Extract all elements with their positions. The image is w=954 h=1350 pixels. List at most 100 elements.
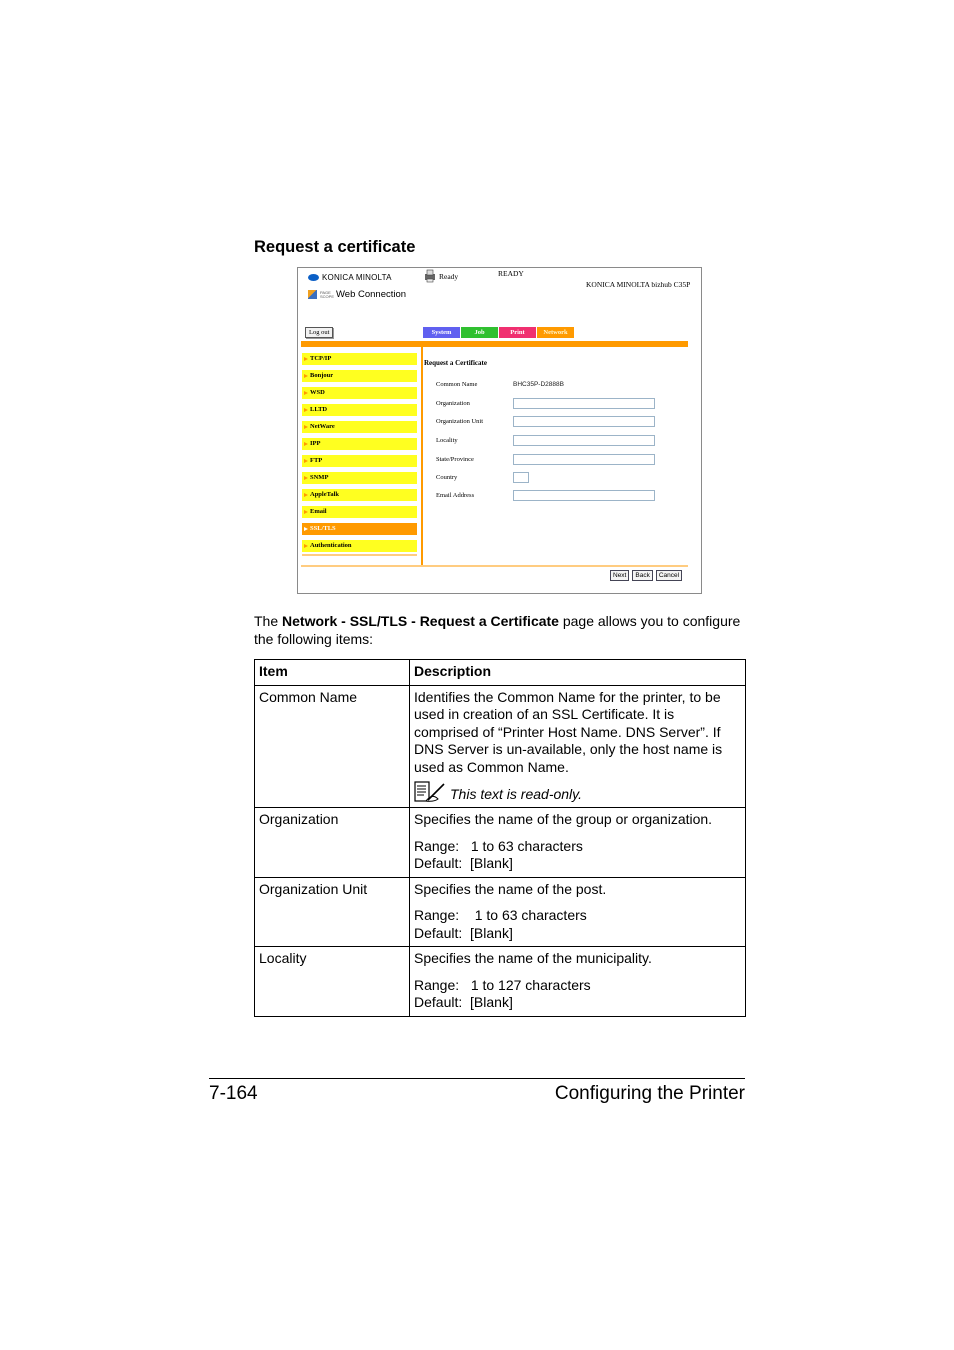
range-text: Range: 1 to 127 characters	[414, 976, 591, 993]
arrow-right-icon	[304, 391, 308, 395]
description-text: Identifies the Common Name for the print…	[414, 688, 723, 775]
organization-input[interactable]	[513, 398, 655, 409]
table-row: Locality Specifies the name of the munic…	[254, 946, 746, 1017]
arrow-right-icon	[304, 510, 308, 514]
table-row: Organization Unit Specifies the name of …	[254, 876, 746, 947]
status-label: Ready	[439, 271, 459, 281]
description-cell: Identifies the Common Name for the print…	[409, 684, 746, 808]
country-input[interactable]	[513, 472, 529, 483]
section-title: Request a certificate	[254, 238, 416, 256]
chapter-title: Configuring the Printer	[554, 1083, 745, 1104]
organization-row: Organization	[436, 398, 655, 409]
note-pencil-icon	[414, 781, 445, 802]
intro-page-path: Network - SSL/TLS - Request a Certificat…	[282, 613, 559, 629]
sidebar-item-label: IPP	[310, 440, 321, 447]
state-province-input[interactable]	[513, 454, 655, 465]
sidebar-item-label: TCP/IP	[310, 355, 332, 362]
country-label: Country	[436, 474, 458, 481]
konica-minolta-logo: KONICA MINOLTA	[308, 273, 392, 282]
organization-unit-input[interactable]	[513, 416, 655, 427]
range-text: Range: 1 to 63 characters	[414, 907, 587, 923]
arrow-right-icon	[304, 493, 308, 497]
sidebar-item-netware[interactable]: NetWare	[302, 421, 417, 433]
locality-input[interactable]	[513, 435, 655, 446]
pagescope-label: PAGE SCOPE	[320, 289, 335, 299]
email-address-row: Email Address	[436, 490, 655, 501]
item-cell: Locality	[254, 946, 410, 1017]
sidebar-item-label: FTP	[310, 457, 323, 464]
description-text: Specifies the name of the municipality.	[414, 950, 652, 966]
form-buttons: Next Back Cancel	[610, 570, 683, 581]
items-table: Item Description Common Name Identifies …	[254, 659, 746, 1017]
description-text: Specifies the name of the post.	[414, 880, 607, 897]
intro-paragraph: The Network - SSL/TLS - Request a Certif…	[254, 613, 744, 648]
description-cell: Specifies the name of the group or organ…	[409, 807, 746, 878]
sidebar-item-wsd[interactable]: WSD	[302, 387, 417, 399]
sidebar-item-ssl-tls[interactable]: SSL/TLS	[302, 523, 417, 535]
item-cell: Organization Unit	[254, 876, 410, 947]
tab-print[interactable]: Print	[499, 327, 536, 338]
description-text: Specifies the name of the group or organ…	[414, 811, 713, 827]
common-name-row: Common Name BHC35P-D2888B	[436, 381, 564, 388]
arrow-right-icon	[304, 544, 308, 548]
header-item: Item	[254, 659, 410, 686]
web-connection-logo: PAGE SCOPE Web Connection	[308, 289, 406, 300]
printer-icon	[425, 269, 435, 283]
sidebar-item-label: Bonjour	[310, 372, 334, 379]
next-button[interactable]: Next	[610, 570, 630, 581]
brand-name: KONICA MINOLTA	[322, 273, 392, 282]
table-header-row: Item Description	[254, 659, 746, 686]
sidebar-item-appletalk[interactable]: AppleTalk	[302, 489, 417, 501]
main-tabs: System Job Print Network	[423, 327, 574, 338]
sidebar-item-bonjour[interactable]: Bonjour	[302, 370, 417, 382]
arrow-right-icon	[304, 425, 308, 429]
tab-job[interactable]: Job	[461, 327, 498, 338]
sidebar-item-label: LLTD	[310, 406, 328, 413]
header-description: Description	[409, 659, 746, 686]
sidebar-item-lltd[interactable]: LLTD	[302, 404, 417, 416]
arrow-right-icon	[304, 442, 308, 446]
item-cell: Common Name	[254, 684, 410, 808]
arrow-right-icon	[304, 476, 308, 480]
sidebar-item-email[interactable]: Email	[302, 506, 417, 518]
content-divider	[421, 347, 423, 565]
organization-unit-label: Organization Unit	[436, 418, 483, 425]
sidebar-item-authentication[interactable]: Authentication	[302, 540, 417, 552]
logout-button[interactable]: Log out	[305, 327, 334, 338]
back-button[interactable]: Back	[632, 570, 653, 581]
arrow-right-icon	[304, 459, 308, 463]
web-connection-screenshot: KONICA MINOLTA PAGE SCOPE Web Connection…	[297, 267, 702, 594]
footer-divider	[301, 565, 688, 567]
locality-label: Locality	[436, 437, 458, 444]
sidebar-item-ftp[interactable]: FTP	[302, 455, 417, 467]
note: This text is read-only.	[414, 781, 741, 803]
form-title: Request a Certificate	[424, 359, 487, 367]
table-row: Organization Specifies the name of the g…	[254, 807, 746, 878]
model-name: KONICA MINOLTA bizhub C35P	[586, 280, 691, 289]
sidebar-item-tcpip[interactable]: TCP/IP	[302, 353, 417, 365]
sidebar-item-label: NetWare	[310, 423, 335, 430]
default-text: Default: [Blank]	[414, 855, 513, 871]
email-address-input[interactable]	[513, 490, 655, 501]
arrow-right-icon	[304, 408, 308, 412]
app-name: Web Connection	[336, 289, 407, 300]
arrow-right-icon	[304, 374, 308, 378]
locality-row: Locality	[436, 435, 655, 446]
pagescope-icon	[308, 290, 317, 299]
cancel-button[interactable]: Cancel	[655, 570, 683, 581]
tab-network[interactable]: Network	[537, 327, 574, 338]
item-cell: Organization	[254, 807, 410, 878]
sidebar-item-label: SSL/TLS	[310, 525, 336, 532]
sidebar-item-label: WSD	[310, 389, 325, 396]
printer-status: Ready	[423, 269, 458, 283]
country-row: Country	[436, 472, 529, 483]
intro-prefix: The	[254, 613, 283, 629]
range-text: Range: 1 to 63 characters	[414, 837, 583, 854]
tab-system[interactable]: System	[423, 327, 460, 338]
note-text: This text is read-only.	[450, 785, 583, 802]
email-address-label: Email Address	[436, 492, 475, 499]
footer-rule	[209, 1078, 745, 1079]
common-name-value: BHC35P-D2888B	[513, 381, 564, 388]
sidebar-item-snmp[interactable]: SNMP	[302, 472, 417, 484]
sidebar-item-ipp[interactable]: IPP	[302, 438, 417, 450]
